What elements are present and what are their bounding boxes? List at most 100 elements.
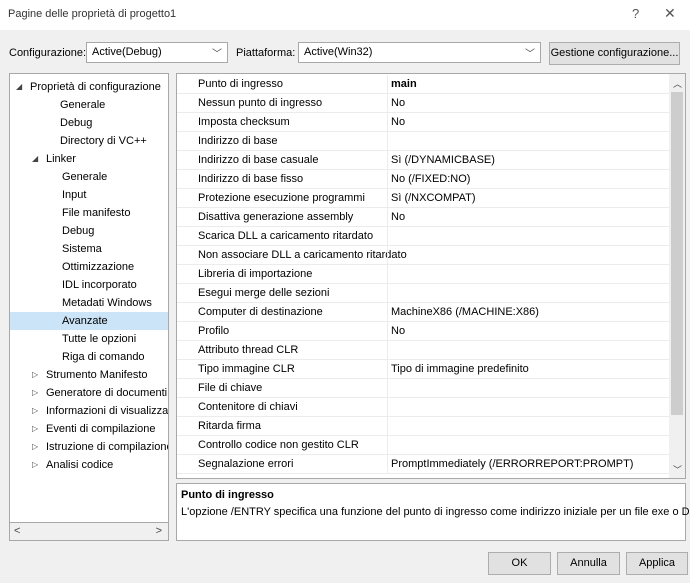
property-row[interactable]: Computer di destinazione MachineX86 (/MAC… (177, 303, 670, 322)
tree-item[interactable]: Generale (10, 168, 168, 186)
tree-item-label: Input (62, 189, 87, 201)
scroll-left-icon[interactable]: < (14, 525, 20, 537)
tree-item-label: Generatore di documenti X (46, 387, 169, 399)
help-icon[interactable]: ? (632, 6, 639, 21)
property-grid[interactable]: Punto di ingresso main Nessun punto di ing… (176, 73, 686, 479)
tree-item[interactable]: Debug (10, 222, 168, 240)
property-name: Imposta checksum (198, 116, 290, 128)
property-row[interactable]: Segnalazione errori PromptImmediately (/E… (177, 455, 670, 474)
tree-item-label: Strumento Manifesto (46, 369, 148, 381)
ok-label: OK (511, 557, 528, 569)
tree-item[interactable]: Generale (10, 96, 168, 114)
column-divider (387, 436, 388, 455)
property-row[interactable]: Ritarda firma (177, 417, 670, 436)
column-divider (387, 227, 388, 246)
property-row[interactable]: Punto di ingresso main (177, 75, 670, 94)
property-value[interactable]: No (391, 97, 405, 109)
expand-arrow-icon[interactable]: ▷ (32, 366, 38, 384)
collapse-arrow-icon[interactable]: ◢ (16, 78, 22, 96)
property-value[interactable]: Sì (/DYNAMICBASE) (391, 154, 495, 166)
property-row[interactable]: Scarica DLL a caricamento ritardato (177, 227, 670, 246)
manage-configuration-button[interactable]: Gestione configurazione... (549, 42, 680, 65)
property-row[interactable]: Disattiva generazione assembly No (177, 208, 670, 227)
tree-item[interactable]: Ottimizzazione (10, 258, 168, 276)
expand-arrow-icon[interactable]: ▷ (32, 420, 38, 438)
tree-item[interactable]: ▷ Eventi di compilazione (10, 420, 168, 438)
column-divider (387, 208, 388, 227)
expand-arrow-icon[interactable]: ▷ (32, 402, 38, 420)
property-row[interactable]: Libreria di importazione (177, 265, 670, 284)
property-row[interactable]: Esegui merge delle sezioni (177, 284, 670, 303)
tree-item-label: Ottimizzazione (62, 261, 135, 273)
scroll-right-icon[interactable]: > (156, 525, 162, 537)
tree-item[interactable]: Debug (10, 114, 168, 132)
property-name: Indirizzo di base casuale (198, 154, 319, 166)
property-name: Indirizzo di base (198, 135, 278, 147)
property-value[interactable]: No (391, 325, 405, 337)
property-value[interactable]: Tipo di immagine predefinito (391, 363, 529, 375)
tree-item[interactable]: File manifesto (10, 204, 168, 222)
expand-arrow-icon[interactable]: ▷ (32, 456, 38, 474)
manage-configuration-label: Gestione configurazione... (550, 47, 679, 59)
tree-item[interactable]: Tutte le opzioni (10, 330, 168, 348)
property-row[interactable]: Protezione esecuzione programmi Sì (/NXCO… (177, 189, 670, 208)
tree-item[interactable]: Avanzate (10, 312, 168, 330)
property-value[interactable]: No (391, 116, 405, 128)
property-value[interactable]: PromptImmediately (/ERRORREPORT:PROMPT) (391, 458, 633, 470)
tree-horizontal-scrollbar[interactable]: < > (9, 522, 169, 541)
column-divider (387, 75, 388, 94)
property-row[interactable]: Attributo thread CLR (177, 341, 670, 360)
tree-item-label: Linker (46, 153, 76, 165)
collapse-arrow-icon[interactable]: ◢ (32, 150, 38, 168)
property-tree[interactable]: ◢ Proprietà di configurazione Generale Debu… (9, 73, 169, 541)
property-row[interactable]: Contenitore di chiavi (177, 398, 670, 417)
property-value[interactable]: No (391, 211, 405, 223)
property-row[interactable]: Nessun punto di ingresso No (177, 94, 670, 113)
scroll-up-icon[interactable]: ︿ (673, 77, 682, 90)
cancel-button[interactable]: Annulla (557, 552, 620, 575)
tree-item[interactable]: ◢ Linker (10, 150, 168, 168)
tree-item[interactable]: ▷ Generatore di documenti X (10, 384, 168, 402)
tree-item-label: Eventi di compilazione (46, 423, 156, 435)
close-icon[interactable]: ✕ (664, 5, 676, 22)
configuration-dropdown[interactable]: Active(Debug) ﹀ (86, 42, 228, 63)
property-value[interactable]: MachineX86 (/MACHINE:X86) (391, 306, 539, 318)
property-value[interactable]: No (/FIXED:NO) (391, 173, 470, 185)
chevron-down-icon: ﹀ (212, 49, 222, 60)
tree-item[interactable]: Metadati Windows (10, 294, 168, 312)
column-divider (387, 284, 388, 303)
tree-item[interactable]: IDL incorporato (10, 276, 168, 294)
property-row[interactable]: Imposta checksum No (177, 113, 670, 132)
property-name: Punto di ingresso (198, 78, 283, 90)
column-divider (387, 170, 388, 189)
tree-item[interactable]: ▷ Istruzione di compilazione (10, 438, 168, 456)
tree-item[interactable]: ▷ Strumento Manifesto (10, 366, 168, 384)
property-row[interactable]: Indirizzo di base casuale Sì (/DYNAMICBAS… (177, 151, 670, 170)
ok-button[interactable]: OK (488, 552, 551, 575)
scrollbar-thumb[interactable] (671, 92, 683, 415)
tree-item[interactable]: Sistema (10, 240, 168, 258)
property-row[interactable]: Indirizzo di base fisso No (/FIXED:NO) (177, 170, 670, 189)
apply-button[interactable]: Applica (626, 552, 688, 575)
property-row[interactable]: Profilo No (177, 322, 670, 341)
property-row[interactable]: File di chiave (177, 379, 670, 398)
platform-label: Piattaforma: (236, 47, 296, 59)
column-divider (387, 398, 388, 417)
property-row[interactable]: Non associare DLL a caricamento ritardat… (177, 246, 670, 265)
tree-item[interactable]: Riga di comando (10, 348, 168, 366)
tree-item[interactable]: ▷ Informazioni di visualizzazi (10, 402, 168, 420)
property-row[interactable]: Indirizzo di base (177, 132, 670, 151)
expand-arrow-icon[interactable]: ▷ (32, 438, 38, 456)
property-value[interactable]: Sì (/NXCOMPAT) (391, 192, 476, 204)
tree-item[interactable]: ◢ Proprietà di configurazione (10, 78, 168, 96)
tree-item[interactable]: Input (10, 186, 168, 204)
scroll-down-icon[interactable]: ﹀ (673, 463, 682, 476)
column-divider (387, 303, 388, 322)
property-row[interactable]: Controllo codice non gestito CLR (177, 436, 670, 455)
property-row[interactable]: Tipo immagine CLR Tipo di immagine predef… (177, 360, 670, 379)
tree-item[interactable]: Directory di VC++ (10, 132, 168, 150)
property-value[interactable]: main (391, 78, 417, 90)
expand-arrow-icon[interactable]: ▷ (32, 384, 38, 402)
tree-item[interactable]: ▷ Analisi codice (10, 456, 168, 474)
platform-dropdown[interactable]: Active(Win32) ﹀ (298, 42, 541, 63)
